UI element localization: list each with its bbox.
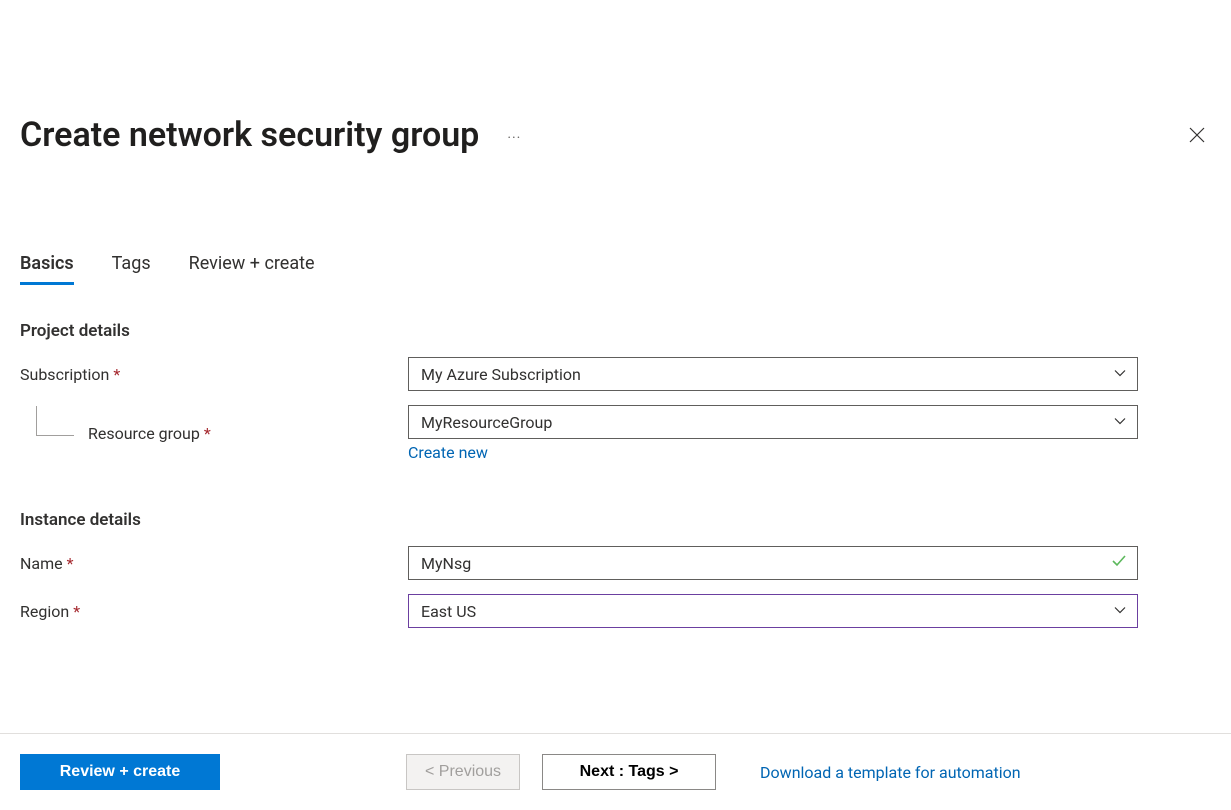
chevron-down-icon <box>1113 413 1127 432</box>
subscription-value: My Azure Subscription <box>421 365 581 384</box>
download-template-link[interactable]: Download a template for automation <box>760 763 1021 782</box>
section-instance-details: Instance details <box>20 510 1211 530</box>
region-label: Region* <box>20 602 408 621</box>
page-title: Create network security group <box>20 115 479 155</box>
name-input[interactable]: MyNsg <box>408 546 1138 580</box>
resource-group-select[interactable]: MyResourceGroup <box>408 405 1138 439</box>
required-indicator: * <box>67 554 74 573</box>
name-label: Name* <box>20 554 408 573</box>
required-indicator: * <box>73 602 80 621</box>
validation-success-icon <box>1111 553 1127 573</box>
required-indicator: * <box>204 424 211 443</box>
chevron-down-icon <box>1113 602 1127 621</box>
name-value: MyNsg <box>421 554 471 573</box>
next-button[interactable]: Next : Tags > <box>542 754 716 790</box>
page-header: Create network security group ··· <box>20 0 1211 155</box>
review-create-button[interactable]: Review + create <box>20 754 220 790</box>
wizard-tabs: Basics Tags Review + create <box>20 253 1211 285</box>
tree-connector-icon <box>36 406 74 436</box>
resource-group-label: Resource group* <box>20 424 408 443</box>
wizard-footer: Review + create < Previous Next : Tags >… <box>0 733 1231 810</box>
tab-tags[interactable]: Tags <box>112 253 151 285</box>
required-indicator: * <box>113 365 120 384</box>
region-value: East US <box>421 602 476 621</box>
resource-group-value: MyResourceGroup <box>421 413 552 432</box>
more-actions-icon[interactable]: ··· <box>507 124 521 146</box>
close-icon[interactable] <box>1183 121 1211 149</box>
name-label-text: Name <box>20 554 63 573</box>
tab-review-create[interactable]: Review + create <box>189 253 315 285</box>
section-project-details: Project details <box>20 321 1211 341</box>
region-select[interactable]: East US <box>408 594 1138 628</box>
chevron-down-icon <box>1113 365 1127 384</box>
previous-button: < Previous <box>406 754 520 790</box>
subscription-label-text: Subscription <box>20 365 109 384</box>
resource-group-label-text: Resource group <box>88 424 200 443</box>
create-new-resource-group-link[interactable]: Create new <box>408 443 488 462</box>
region-label-text: Region <box>20 602 69 621</box>
subscription-select[interactable]: My Azure Subscription <box>408 357 1138 391</box>
subscription-label: Subscription* <box>20 365 408 384</box>
tab-basics[interactable]: Basics <box>20 253 74 285</box>
